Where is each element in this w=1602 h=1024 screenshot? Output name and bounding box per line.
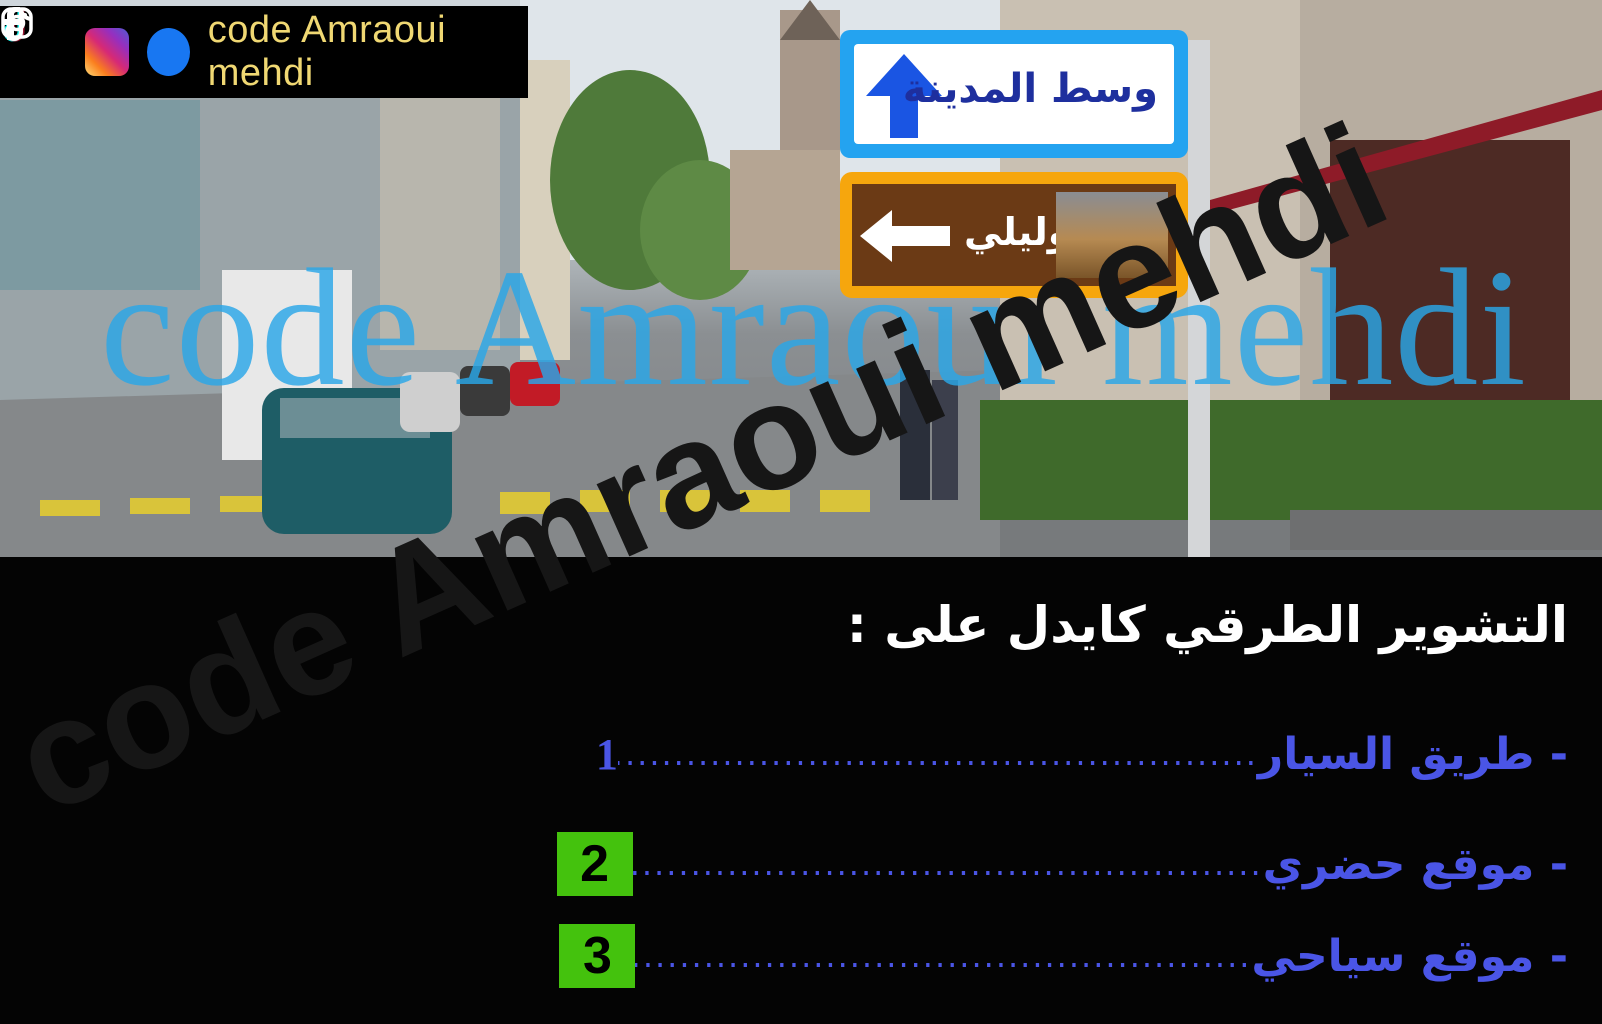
option-label: - موقع حضري: [1262, 838, 1568, 890]
sign-city-panel: وسط المدينة: [854, 44, 1174, 144]
option-1[interactable]: - طريق السيار ..........................…: [596, 722, 1568, 786]
channel-handle: code Amraoui mehdi: [207, 9, 447, 94]
sign-city-label: وسط المدينة: [902, 66, 1158, 112]
option-label: - موقع سياحي: [1251, 930, 1568, 982]
answer-number-badge: 3: [559, 924, 636, 988]
dotted-leader: ........................................…: [618, 735, 1258, 773]
instagram-icon[interactable]: [1, 7, 129, 76]
facebook-icon[interactable]: [2, 7, 190, 76]
sign-city-center: وسط المدينة: [840, 30, 1188, 158]
arrow-left-icon: [860, 210, 950, 262]
social-header: code Amraoui mehdi: [0, 6, 528, 98]
option-number: 1: [595, 729, 618, 779]
dotted-leader: ........................................…: [633, 845, 1263, 883]
question-text: التشوير الطرقي كايدل على :: [846, 596, 1568, 654]
option-3[interactable]: - موقع سياحي ...........................…: [559, 924, 1568, 988]
option-2[interactable]: - موقع حضري ............................…: [556, 832, 1568, 896]
answer-number-badge: 2: [556, 832, 633, 896]
option-label: - طريق السيار: [1257, 728, 1568, 780]
dotted-leader: ........................................…: [635, 937, 1252, 975]
